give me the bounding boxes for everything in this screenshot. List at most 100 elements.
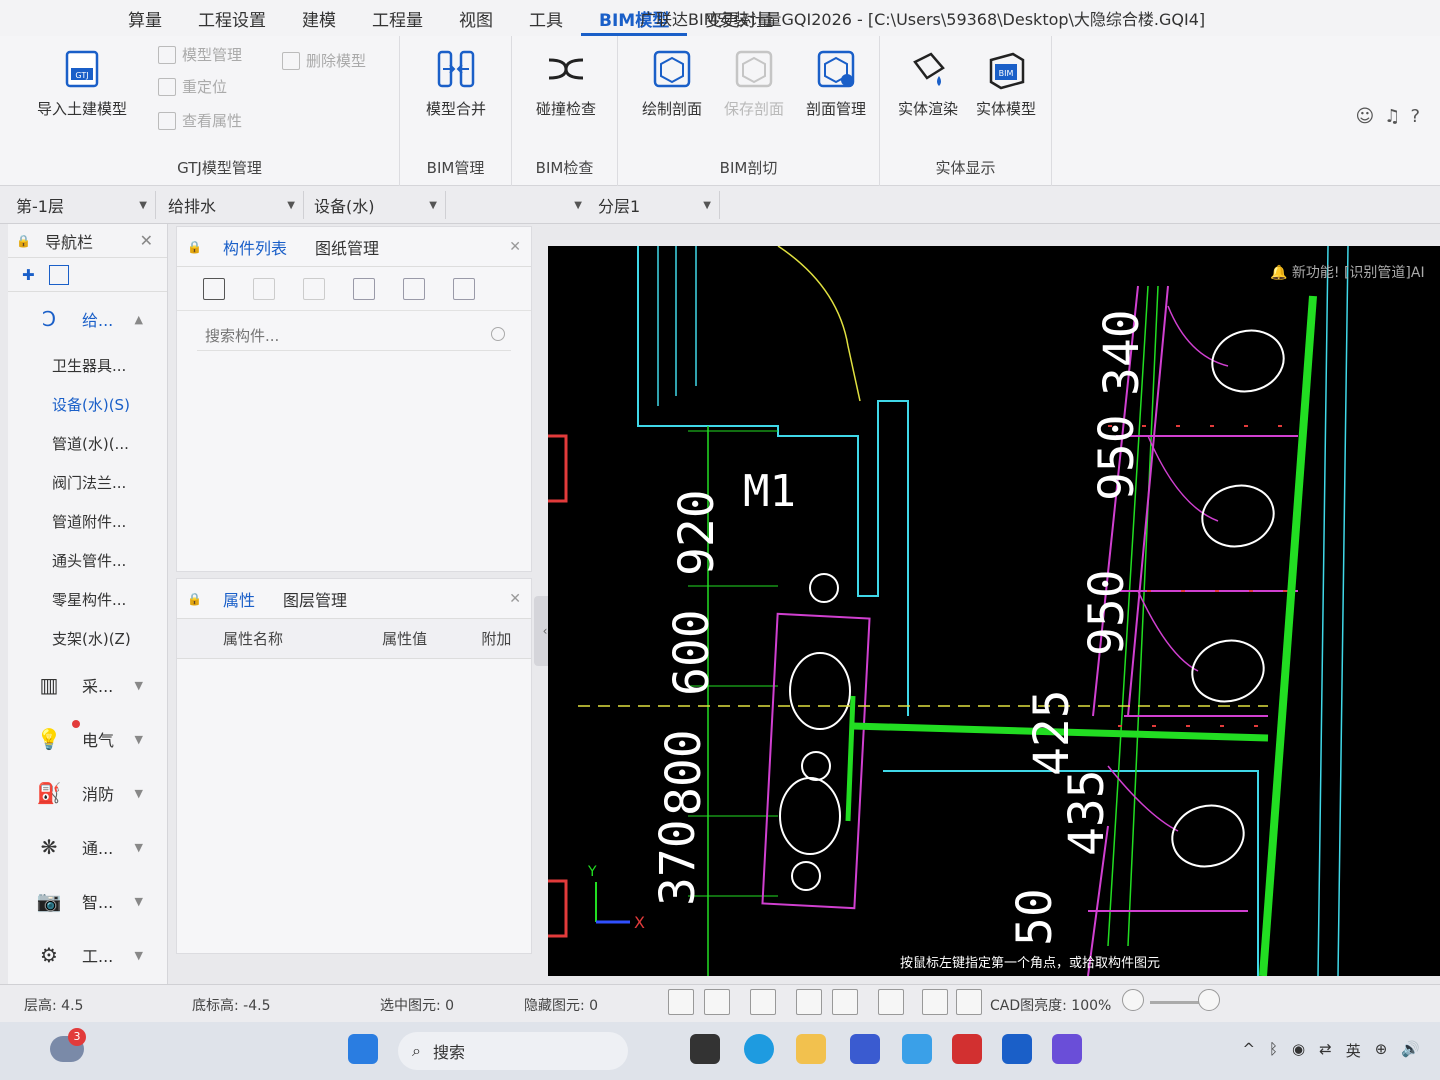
section-manage-button[interactable]: 剖面管理 bbox=[794, 46, 878, 119]
list-icon[interactable] bbox=[353, 277, 375, 300]
zoom-out-icon[interactable] bbox=[1122, 989, 1144, 1011]
lock-icon[interactable]: 🔒 bbox=[187, 240, 202, 254]
view-properties-button[interactable]: 查看属性 bbox=[158, 110, 242, 131]
nav-sub-pipe-water[interactable]: 管道(水)(... bbox=[8, 424, 167, 463]
export-icon[interactable] bbox=[453, 277, 475, 300]
empty-select[interactable]: ▼ bbox=[450, 191, 590, 219]
delete-model-button[interactable]: 删除模型 bbox=[282, 50, 366, 71]
close-icon[interactable]: ✕ bbox=[509, 239, 521, 255]
search-icon[interactable] bbox=[491, 327, 505, 341]
tab-drawing-manage[interactable]: 图纸管理 bbox=[315, 235, 379, 259]
nav-sub-sanitary[interactable]: 卫生器具... bbox=[8, 346, 167, 385]
nav-category-ventilation[interactable]: ❋ 通... ▼ bbox=[8, 820, 167, 874]
collision-check-button[interactable]: 碰撞检查 bbox=[524, 46, 608, 119]
nav-sub-pipe-accessory[interactable]: 管道附件... bbox=[8, 502, 167, 541]
search-input[interactable] bbox=[197, 321, 511, 351]
floor-drain-bottom bbox=[791, 861, 821, 891]
ribbon-group-bim-check: 碰撞检查 BIM检查 bbox=[512, 36, 618, 186]
taskbar-search[interactable]: ⌕ 搜索 bbox=[398, 1032, 628, 1070]
ortho-icon[interactable] bbox=[668, 989, 694, 1015]
chevron-down-icon: ▼ bbox=[139, 199, 147, 211]
lock-icon[interactable]: 🔒 bbox=[187, 592, 202, 606]
discipline-select[interactable]: 给排水 ▼ bbox=[160, 191, 304, 219]
solid-model-button[interactable]: BIM 实体模型 bbox=[964, 46, 1048, 119]
filter-icon[interactable] bbox=[403, 277, 425, 300]
chevron-up-icon[interactable]: ^ bbox=[1242, 1040, 1255, 1061]
view-3d-icon[interactable] bbox=[750, 989, 776, 1015]
lock-icon[interactable]: 🔒 bbox=[16, 234, 31, 248]
nav-category-water[interactable]: Ↄ 给... ▲ bbox=[8, 292, 167, 346]
new-feature-notification[interactable]: 🔔 新功能! [识别管道]AI bbox=[1270, 262, 1425, 282]
import-civil-model-button[interactable]: GTJ 导入土建模型 bbox=[22, 46, 142, 119]
delete-icon[interactable] bbox=[253, 277, 275, 300]
draw-section-button[interactable]: 绘制剖面 bbox=[630, 46, 714, 119]
windows-start-icon[interactable] bbox=[348, 1034, 378, 1064]
menu-item-tools[interactable]: 工具 bbox=[511, 0, 581, 36]
angle-icon[interactable] bbox=[832, 989, 858, 1015]
model-merge-button[interactable]: 模型合并 bbox=[414, 46, 498, 119]
measure-icon[interactable] bbox=[956, 989, 982, 1015]
nav-category-intelligent[interactable]: 📷 智... ▼ bbox=[8, 874, 167, 928]
app-icon-1[interactable] bbox=[850, 1034, 880, 1064]
save-section-button[interactable]: 保存剖面 bbox=[712, 46, 796, 119]
snap-icon[interactable] bbox=[878, 989, 904, 1015]
edit-icon[interactable] bbox=[48, 264, 69, 285]
volume-icon[interactable]: 🔊 bbox=[1401, 1040, 1420, 1061]
add-icon[interactable]: ✚ bbox=[22, 266, 35, 284]
edge-icon[interactable] bbox=[744, 1034, 774, 1064]
wall-right bbox=[1317, 246, 1349, 976]
layer-toggle-icon[interactable] bbox=[922, 989, 948, 1015]
menu-item-modeling[interactable]: 建模 bbox=[284, 0, 354, 36]
window-title: 广联达BIM安装计量GQI2026 - [C:\Users\59368\Desk… bbox=[640, 10, 1206, 29]
brightness-slider[interactable] bbox=[1150, 1001, 1200, 1004]
bluetooth-icon[interactable]: ᛒ bbox=[1269, 1040, 1278, 1061]
gqi-app-icon[interactable] bbox=[1052, 1034, 1082, 1064]
close-icon[interactable]: ✕ bbox=[509, 591, 521, 607]
nav-sub-support[interactable]: 支架(水)(Z) bbox=[8, 619, 167, 658]
nav-category-industrial[interactable]: ⚙ 工... ▼ bbox=[8, 928, 167, 982]
close-icon[interactable]: ✕ bbox=[140, 231, 153, 250]
ime-icon[interactable]: 英 bbox=[1346, 1040, 1361, 1061]
wps-icon[interactable] bbox=[952, 1034, 982, 1064]
nav-category-fire[interactable]: ⛽ 消防 ▼ bbox=[8, 766, 167, 820]
tab-component-list[interactable]: 构件列表 bbox=[223, 235, 287, 259]
gtj-import-icon: GTJ bbox=[65, 50, 99, 88]
help-icon[interactable]: ? bbox=[1410, 106, 1420, 127]
floor-select[interactable]: 第-1层 ▼ bbox=[8, 191, 156, 219]
nav-sub-misc[interactable]: 零星构件... bbox=[8, 580, 167, 619]
layer-select[interactable]: 分层1 ▼ bbox=[590, 191, 720, 219]
feedback-icon[interactable]: ♫ bbox=[1384, 106, 1400, 127]
chevron-down-icon: ▼ bbox=[134, 894, 143, 908]
solid-render-button[interactable]: 实体渲染 bbox=[886, 46, 970, 119]
tab-layer-manage[interactable]: 图层管理 bbox=[283, 587, 347, 611]
menu-item-project-settings[interactable]: 工程设置 bbox=[180, 0, 284, 36]
menu-item-quantity[interactable]: 算量 bbox=[110, 0, 180, 36]
globe-icon[interactable]: ⊕ bbox=[1375, 1040, 1388, 1061]
cloud-icon[interactable] bbox=[902, 1034, 932, 1064]
cad-app-icon[interactable] bbox=[1002, 1034, 1032, 1064]
copy-icon[interactable] bbox=[303, 277, 325, 300]
menu-item-quantities[interactable]: 工程量 bbox=[354, 0, 441, 36]
component-type-select[interactable]: 设备(水) ▼ bbox=[306, 191, 446, 219]
model-manage-button[interactable]: 模型管理 bbox=[158, 44, 242, 65]
nav-sub-fitting[interactable]: 通头管件... bbox=[8, 541, 167, 580]
cad-drawing[interactable]: X Y M1 920 600 800 370 340 950 950 425 4… bbox=[548, 246, 1440, 976]
nav-sub-valve-flange[interactable]: 阀门法兰... bbox=[8, 463, 167, 502]
new-component-icon[interactable] bbox=[203, 277, 225, 300]
nav-tools: ✚ bbox=[8, 258, 167, 292]
network-icon[interactable]: ⇄ bbox=[1319, 1040, 1332, 1061]
security-icon[interactable]: ◉ bbox=[1292, 1040, 1305, 1061]
nav-sub-equipment-water[interactable]: 设备(水)(S) bbox=[8, 385, 167, 424]
cad-canvas[interactable]: X Y M1 920 600 800 370 340 950 950 425 4… bbox=[548, 246, 1440, 976]
select-box-icon[interactable] bbox=[704, 989, 730, 1015]
menu-item-view[interactable]: 视图 bbox=[441, 0, 511, 36]
tab-properties[interactable]: 属性 bbox=[223, 587, 255, 611]
cross-icon[interactable] bbox=[796, 989, 822, 1015]
zoom-in-icon[interactable] bbox=[1198, 989, 1220, 1011]
nav-category-heating[interactable]: ▥ 采... ▼ bbox=[8, 658, 167, 712]
user-icon[interactable]: ☺ bbox=[1356, 106, 1375, 127]
file-explorer-icon[interactable] bbox=[796, 1034, 826, 1064]
relocate-button[interactable]: 重定位 bbox=[158, 76, 227, 97]
task-view-icon[interactable] bbox=[690, 1034, 720, 1064]
nav-category-electrical[interactable]: 💡 电气 ▼ bbox=[8, 712, 167, 766]
